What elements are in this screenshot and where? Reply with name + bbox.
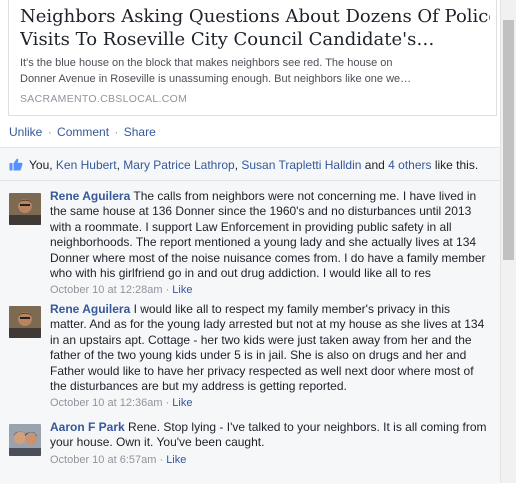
avatar[interactable] <box>9 424 41 456</box>
avatar[interactable] <box>9 193 41 225</box>
comment-author[interactable]: Rene Aguilera <box>50 302 130 316</box>
liker-link[interactable]: Susan Trapletti Halldin <box>241 158 361 172</box>
comment-author[interactable]: Rene Aguilera <box>50 189 130 203</box>
feedback-section: You, Ken Hubert, Mary Patrice Lathrop, S… <box>0 147 500 484</box>
comment-timestamp[interactable]: October 10 at 6:57am <box>50 454 156 466</box>
meta-separator: · <box>156 453 167 466</box>
link-description-line: It's the blue house on the block that ma… <box>20 57 393 69</box>
comment-author[interactable]: Aaron F Park <box>50 420 125 434</box>
link-domain: SACRAMENTO.CBSLOCAL.COM <box>20 93 188 105</box>
likes-and: and <box>361 158 389 172</box>
comment-meta: October 10 at 12:28am · Like <box>50 283 487 298</box>
link-title[interactable]: Neighbors Asking Questions About Dozens … <box>20 5 490 51</box>
meta-separator: · <box>162 284 173 297</box>
divider <box>0 180 500 181</box>
comment-like-button[interactable]: Like <box>166 454 186 466</box>
comment-timestamp[interactable]: October 10 at 12:28am <box>50 284 163 296</box>
scrollbar[interactable] <box>500 0 516 483</box>
comment-body: Aaron F Park Rene. Stop lying - I've tal… <box>50 420 487 468</box>
thumbs-up-icon <box>9 158 23 171</box>
link-preview-card[interactable]: Neighbors Asking Questions About Dozens … <box>8 0 497 116</box>
separator: · <box>47 125 52 139</box>
comment-like-button[interactable]: Like <box>172 397 192 409</box>
link-title-line[interactable]: Visits To Roseville City Council Candida… <box>20 28 490 51</box>
post-actions: Unlike · Comment · Share <box>9 125 156 139</box>
likes-prefix: You, <box>29 158 56 172</box>
comment-like-button[interactable]: Like <box>172 284 192 296</box>
share-button[interactable]: Share <box>124 125 156 139</box>
liker-link[interactable]: Ken Hubert <box>56 158 117 172</box>
others-likers-link[interactable]: 4 others <box>388 158 431 172</box>
likes-suffix: like this. <box>431 158 479 172</box>
separator: · <box>114 125 119 139</box>
comment-timestamp[interactable]: October 10 at 12:36am <box>50 397 163 409</box>
comment-meta: October 10 at 12:36am · Like <box>50 396 487 411</box>
scrollbar-thumb[interactable] <box>503 20 514 260</box>
avatar[interactable] <box>9 306 41 338</box>
likes-summary: You, Ken Hubert, Mary Patrice Lathrop, S… <box>9 158 478 172</box>
liker-link[interactable]: Mary Patrice Lathrop <box>123 158 234 172</box>
link-description: It's the blue house on the block that ma… <box>20 55 490 87</box>
link-title-line[interactable]: Neighbors Asking Questions About Dozens … <box>20 5 490 28</box>
comment-body: Rene Aguilera I would like all to respec… <box>50 302 487 412</box>
meta-separator: · <box>162 397 173 410</box>
unlike-button[interactable]: Unlike <box>9 125 42 139</box>
link-description-line: Donner Avenue in Roseville is unassuming… <box>20 73 412 85</box>
comment-button[interactable]: Comment <box>57 125 109 139</box>
comment-body: Rene Aguilera The calls from neighbors w… <box>50 189 487 299</box>
comment-meta: October 10 at 6:57am · Like <box>50 453 487 468</box>
